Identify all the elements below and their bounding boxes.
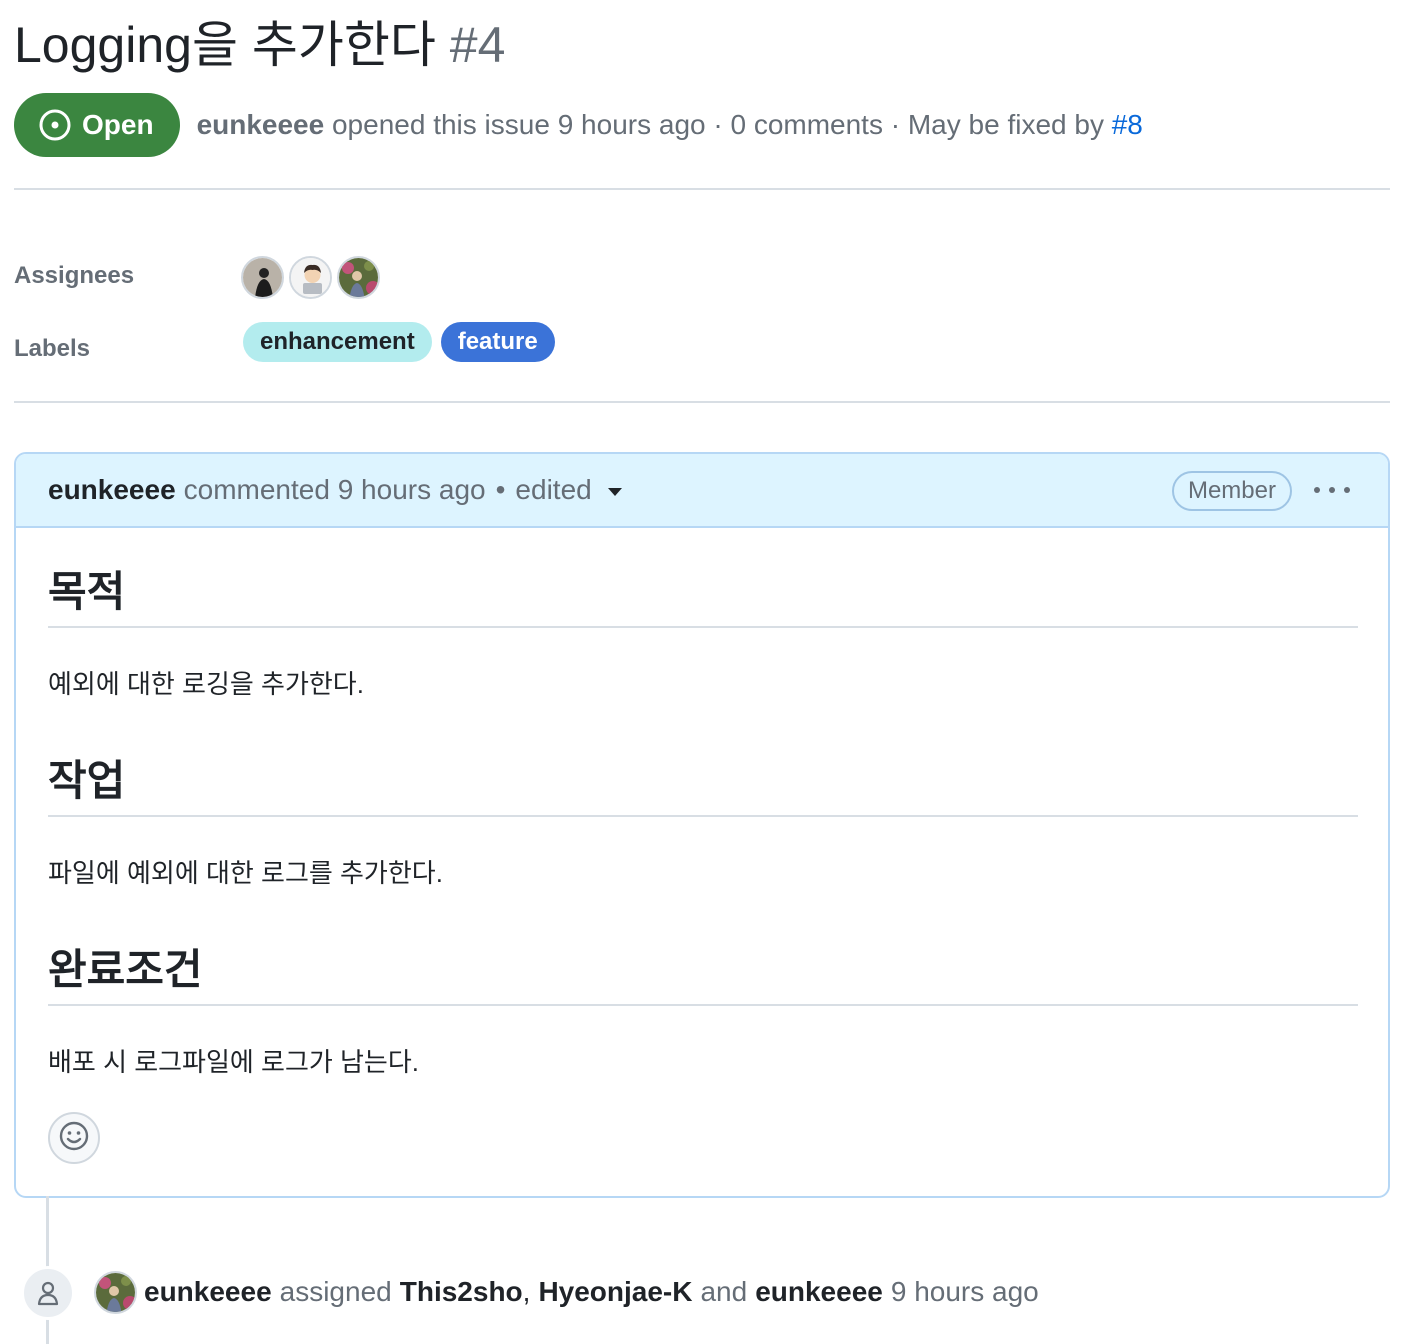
triangle-down-icon[interactable]	[607, 488, 622, 496]
smiley-icon	[58, 1120, 90, 1157]
kebab-horizontal-icon[interactable]	[1314, 478, 1350, 502]
add-reaction-button[interactable]	[48, 1112, 100, 1164]
section-heading-purpose: 목적	[48, 568, 126, 615]
section-heading-task: 작업	[48, 757, 126, 804]
avatar[interactable]	[337, 256, 380, 299]
issue-title: Logging을 추가한다 #4	[14, 14, 505, 76]
avatar[interactable]	[241, 256, 284, 299]
avatar[interactable]	[94, 1270, 137, 1314]
member-role-badge: Member	[1171, 471, 1292, 511]
event-assignee-link[interactable]: This2sho	[400, 1276, 523, 1308]
issue-title-text: Logging을 추가한다	[14, 17, 436, 73]
heading-rule	[48, 1004, 1358, 1006]
header-divider	[14, 188, 1390, 190]
section-heading-done-criteria: 완료조건	[48, 946, 203, 993]
edited-dropdown-label[interactable]: edited	[515, 474, 591, 506]
issue-status-row: Open eunkeeee opened this issue 9 hours …	[14, 93, 1143, 157]
linked-pr-link[interactable]: #8	[1112, 109, 1143, 140]
comment-timestamp[interactable]: commented 9 hours ago	[184, 474, 486, 506]
avatar[interactable]	[289, 256, 332, 299]
issue-meta: eunkeeee opened this issue 9 hours ago ·…	[197, 109, 1143, 141]
heading-rule	[48, 815, 1358, 817]
label-list: enhancement feature	[243, 322, 555, 362]
timeline-assigned-event: eunkeeee assigned This2sho , Hyeonjae-K …	[94, 1270, 1039, 1314]
assignees-label: Assignees	[14, 262, 135, 289]
section-text-task: 파일에 예외에 대한 로그를 추가한다.	[48, 858, 443, 888]
issue-author-link[interactable]: eunkeeee	[197, 109, 325, 140]
section-text-done-criteria: 배포 시 로그파일에 로그가 남는다.	[48, 1047, 419, 1077]
comment-author-link[interactable]: eunkeeee	[48, 474, 176, 506]
heading-rule	[48, 626, 1358, 628]
event-timestamp[interactable]: 9 hours ago	[891, 1276, 1039, 1308]
event-action: assigned	[279, 1276, 392, 1307]
label-feature[interactable]: feature	[440, 322, 555, 362]
label-enhancement[interactable]: enhancement	[243, 322, 432, 362]
state-badge-open: Open	[14, 93, 180, 157]
issue-page: Logging을 추가한다 #4 Open eunkeeee opened th…	[0, 0, 1418, 1344]
state-label: Open	[82, 109, 154, 140]
separator-dot: •	[495, 474, 506, 505]
issue-comment: eunkeeee commented 9 hours ago • edited …	[14, 452, 1390, 1198]
issue-open-icon	[38, 108, 72, 142]
section-text-purpose: 예외에 대한 로깅을 추가한다.	[48, 669, 364, 699]
person-icon	[21, 1266, 75, 1320]
properties-divider	[14, 401, 1390, 403]
event-actor-link[interactable]: eunkeeee	[144, 1276, 272, 1308]
comment-header: eunkeeee commented 9 hours ago • edited …	[16, 454, 1388, 528]
issue-opened-text: opened this issue 9 hours ago · 0 commen…	[331, 109, 1104, 140]
event-assignee-link[interactable]: Hyeonjae-K	[538, 1276, 692, 1308]
event-separator: ,	[522, 1276, 531, 1307]
event-assignee-link[interactable]: eunkeeee	[755, 1276, 883, 1308]
labels-label: Labels	[14, 335, 91, 362]
event-and: and	[700, 1276, 748, 1307]
issue-number: #4	[449, 17, 506, 73]
assignee-avatars	[241, 256, 380, 299]
